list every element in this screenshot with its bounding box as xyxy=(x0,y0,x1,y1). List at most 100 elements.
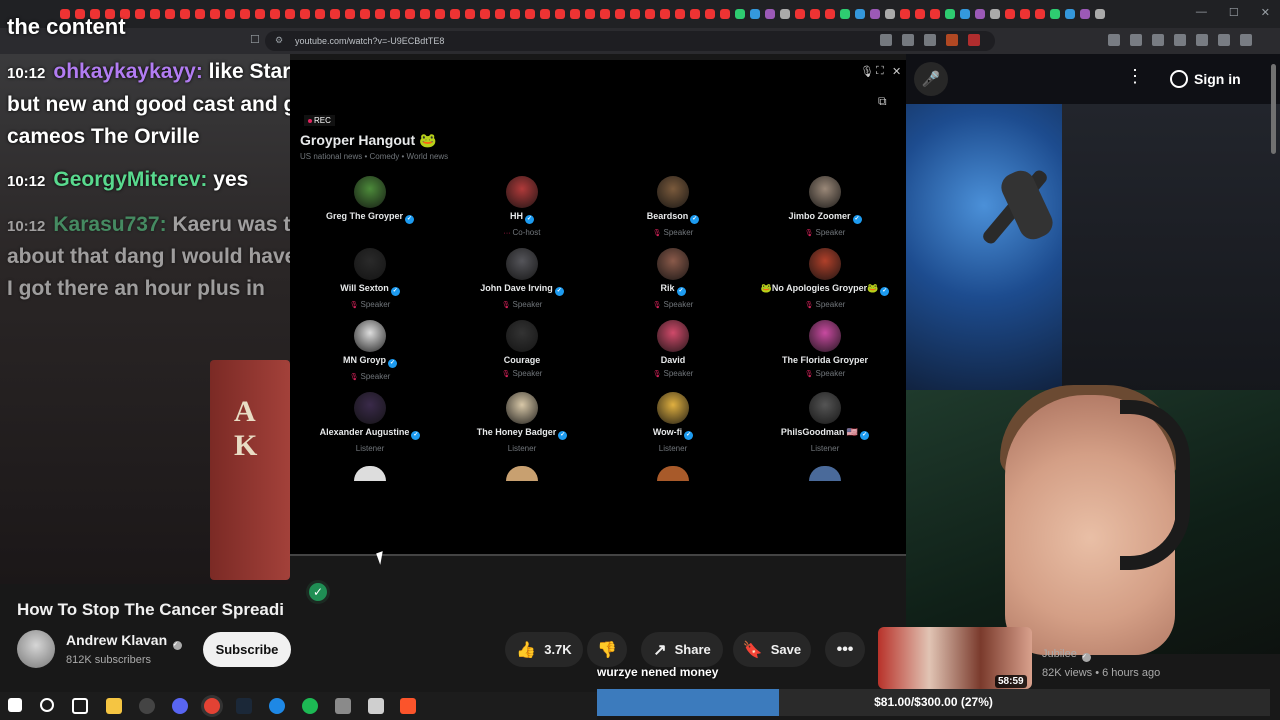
browser-tab[interactable] xyxy=(150,9,160,19)
menu-icon[interactable] xyxy=(1240,34,1252,46)
browser-tab[interactable] xyxy=(555,9,565,19)
scrollbar-thumb[interactable] xyxy=(1271,64,1276,154)
save-button[interactable]: 🔖 Save xyxy=(733,632,811,667)
browser-tab[interactable] xyxy=(870,9,880,19)
avatar[interactable] xyxy=(506,392,538,424)
space-participant[interactable]: MN Groyp ✓ 🎙 Speaker xyxy=(295,320,445,381)
browser-tab[interactable] xyxy=(1065,9,1075,19)
browser-tab[interactable] xyxy=(885,9,895,19)
avatar[interactable] xyxy=(506,176,538,208)
browser-tab[interactable] xyxy=(525,9,535,19)
browser-tab[interactable] xyxy=(1005,9,1015,19)
mic-control-icon[interactable]: 🎙 xyxy=(860,65,874,78)
space-participant[interactable]: David 🎙 Speaker xyxy=(598,320,748,378)
like-button[interactable]: 👍 3.7K xyxy=(505,632,583,667)
avatar[interactable] xyxy=(809,248,841,280)
avatar[interactable] xyxy=(657,466,689,481)
space-participant[interactable]: 🐸No Apologies Groyper🐸 ✓ 🎙 Speaker xyxy=(750,248,900,309)
obs-icon[interactable] xyxy=(139,698,155,714)
brave-shields-icon[interactable] xyxy=(946,34,958,46)
browser-tab[interactable] xyxy=(705,9,715,19)
space-participant[interactable]: Beardson ✓ 🎙 Speaker xyxy=(598,176,748,237)
browser-tab[interactable] xyxy=(195,9,205,19)
browser-tab[interactable] xyxy=(225,9,235,19)
browser-tab[interactable] xyxy=(915,9,925,19)
twitter-space-window[interactable]: 🎙 ⛶ ✕ ⧉ REC Groyper Hangout 🐸 US nationa… xyxy=(290,60,906,556)
browser-tab[interactable] xyxy=(495,9,505,19)
avatar[interactable] xyxy=(809,466,841,481)
browser-tab[interactable] xyxy=(735,9,745,19)
browser-tab[interactable] xyxy=(360,9,370,19)
site-settings-icon[interactable]: ⚙ xyxy=(275,35,283,46)
browser-tab[interactable] xyxy=(420,9,430,19)
wallet-icon[interactable] xyxy=(1196,34,1208,46)
browser-tab[interactable] xyxy=(240,9,250,19)
browser-tab[interactable] xyxy=(645,9,655,19)
browser-tab[interactable] xyxy=(180,9,190,19)
browser-tab[interactable] xyxy=(825,9,835,19)
browser-tab[interactable] xyxy=(615,9,625,19)
browser-tab[interactable] xyxy=(1035,9,1045,19)
browser-tab[interactable] xyxy=(855,9,865,19)
browser-tab[interactable] xyxy=(210,9,220,19)
windows-start-icon[interactable] xyxy=(8,698,22,712)
browser-tab[interactable] xyxy=(585,9,595,19)
avatar[interactable] xyxy=(809,320,841,352)
avatar[interactable] xyxy=(354,392,386,424)
edge-icon[interactable] xyxy=(269,698,285,714)
steam-icon[interactable] xyxy=(236,698,252,714)
browser-tab[interactable] xyxy=(660,9,670,19)
fullscreen-icon[interactable]: ⛶ xyxy=(876,65,884,78)
avatar[interactable] xyxy=(354,320,386,352)
avatar[interactable] xyxy=(809,392,841,424)
search-icon[interactable] xyxy=(40,698,54,712)
avatar[interactable] xyxy=(354,176,386,208)
app-icon[interactable] xyxy=(368,698,384,714)
checkmark-icon[interactable]: ✓ xyxy=(306,580,330,604)
browser-tab[interactable] xyxy=(990,9,1000,19)
page-scrollbar[interactable] xyxy=(1268,54,1278,654)
browser-tab[interactable] xyxy=(1095,9,1105,19)
browser-tab[interactable] xyxy=(1080,9,1090,19)
space-participant[interactable]: John Dave Irving ✓ 🎙 Speaker xyxy=(447,248,597,309)
more-actions-button[interactable]: ••• xyxy=(825,632,865,667)
space-participant[interactable]: Rik ✓ 🎙 Speaker xyxy=(598,248,748,309)
space-participant[interactable]: The Honey Badger ✓ Listener xyxy=(447,392,597,453)
browser-tab[interactable] xyxy=(270,9,280,19)
voice-search-icon[interactable]: 🎤 xyxy=(914,62,948,96)
browser-tab[interactable] xyxy=(765,9,775,19)
browser-tab[interactable] xyxy=(945,9,955,19)
space-participant[interactable]: Wow-fi ✓ Listener xyxy=(598,392,748,453)
browser-tab[interactable] xyxy=(675,9,685,19)
media-icon[interactable] xyxy=(1152,34,1164,46)
avatar[interactable] xyxy=(809,176,841,208)
bookmark-icon[interactable]: ☐ xyxy=(250,33,260,46)
maximize-icon[interactable]: ☐ xyxy=(1229,6,1239,19)
browser-tab[interactable] xyxy=(1020,9,1030,19)
browser-tab[interactable] xyxy=(390,9,400,19)
space-participant[interactable]: The Florida Groyper 🎙 Speaker xyxy=(750,320,900,378)
browser-tab[interactable] xyxy=(315,9,325,19)
space-participant[interactable]: Courage 🎙 Speaker xyxy=(447,320,597,378)
dislike-button[interactable]: 👎 xyxy=(587,632,627,667)
avatar[interactable] xyxy=(506,248,538,280)
space-participant[interactable]: Alexander Augustine ✓ Listener xyxy=(295,392,445,453)
browser-tab[interactable] xyxy=(435,9,445,19)
brave-rewards-icon[interactable] xyxy=(968,34,980,46)
subscribe-button[interactable]: Subscribe xyxy=(203,632,291,667)
channel-avatar[interactable] xyxy=(17,630,55,668)
browser-tab[interactable] xyxy=(375,9,385,19)
avatar[interactable] xyxy=(354,248,386,280)
share-page-icon[interactable] xyxy=(924,34,936,46)
avatar[interactable] xyxy=(354,466,386,481)
browser-tab[interactable] xyxy=(540,9,550,19)
chrome-icon[interactable] xyxy=(204,698,220,714)
browser-tab[interactable] xyxy=(690,9,700,19)
avatar[interactable] xyxy=(657,176,689,208)
task-view-icon[interactable] xyxy=(72,698,88,714)
browser-tab[interactable] xyxy=(285,9,295,19)
app-icon[interactable] xyxy=(335,698,351,714)
browser-tab[interactable] xyxy=(135,9,145,19)
extension-icon[interactable] xyxy=(1108,34,1120,46)
minimize-icon[interactable]: — xyxy=(1196,6,1207,19)
